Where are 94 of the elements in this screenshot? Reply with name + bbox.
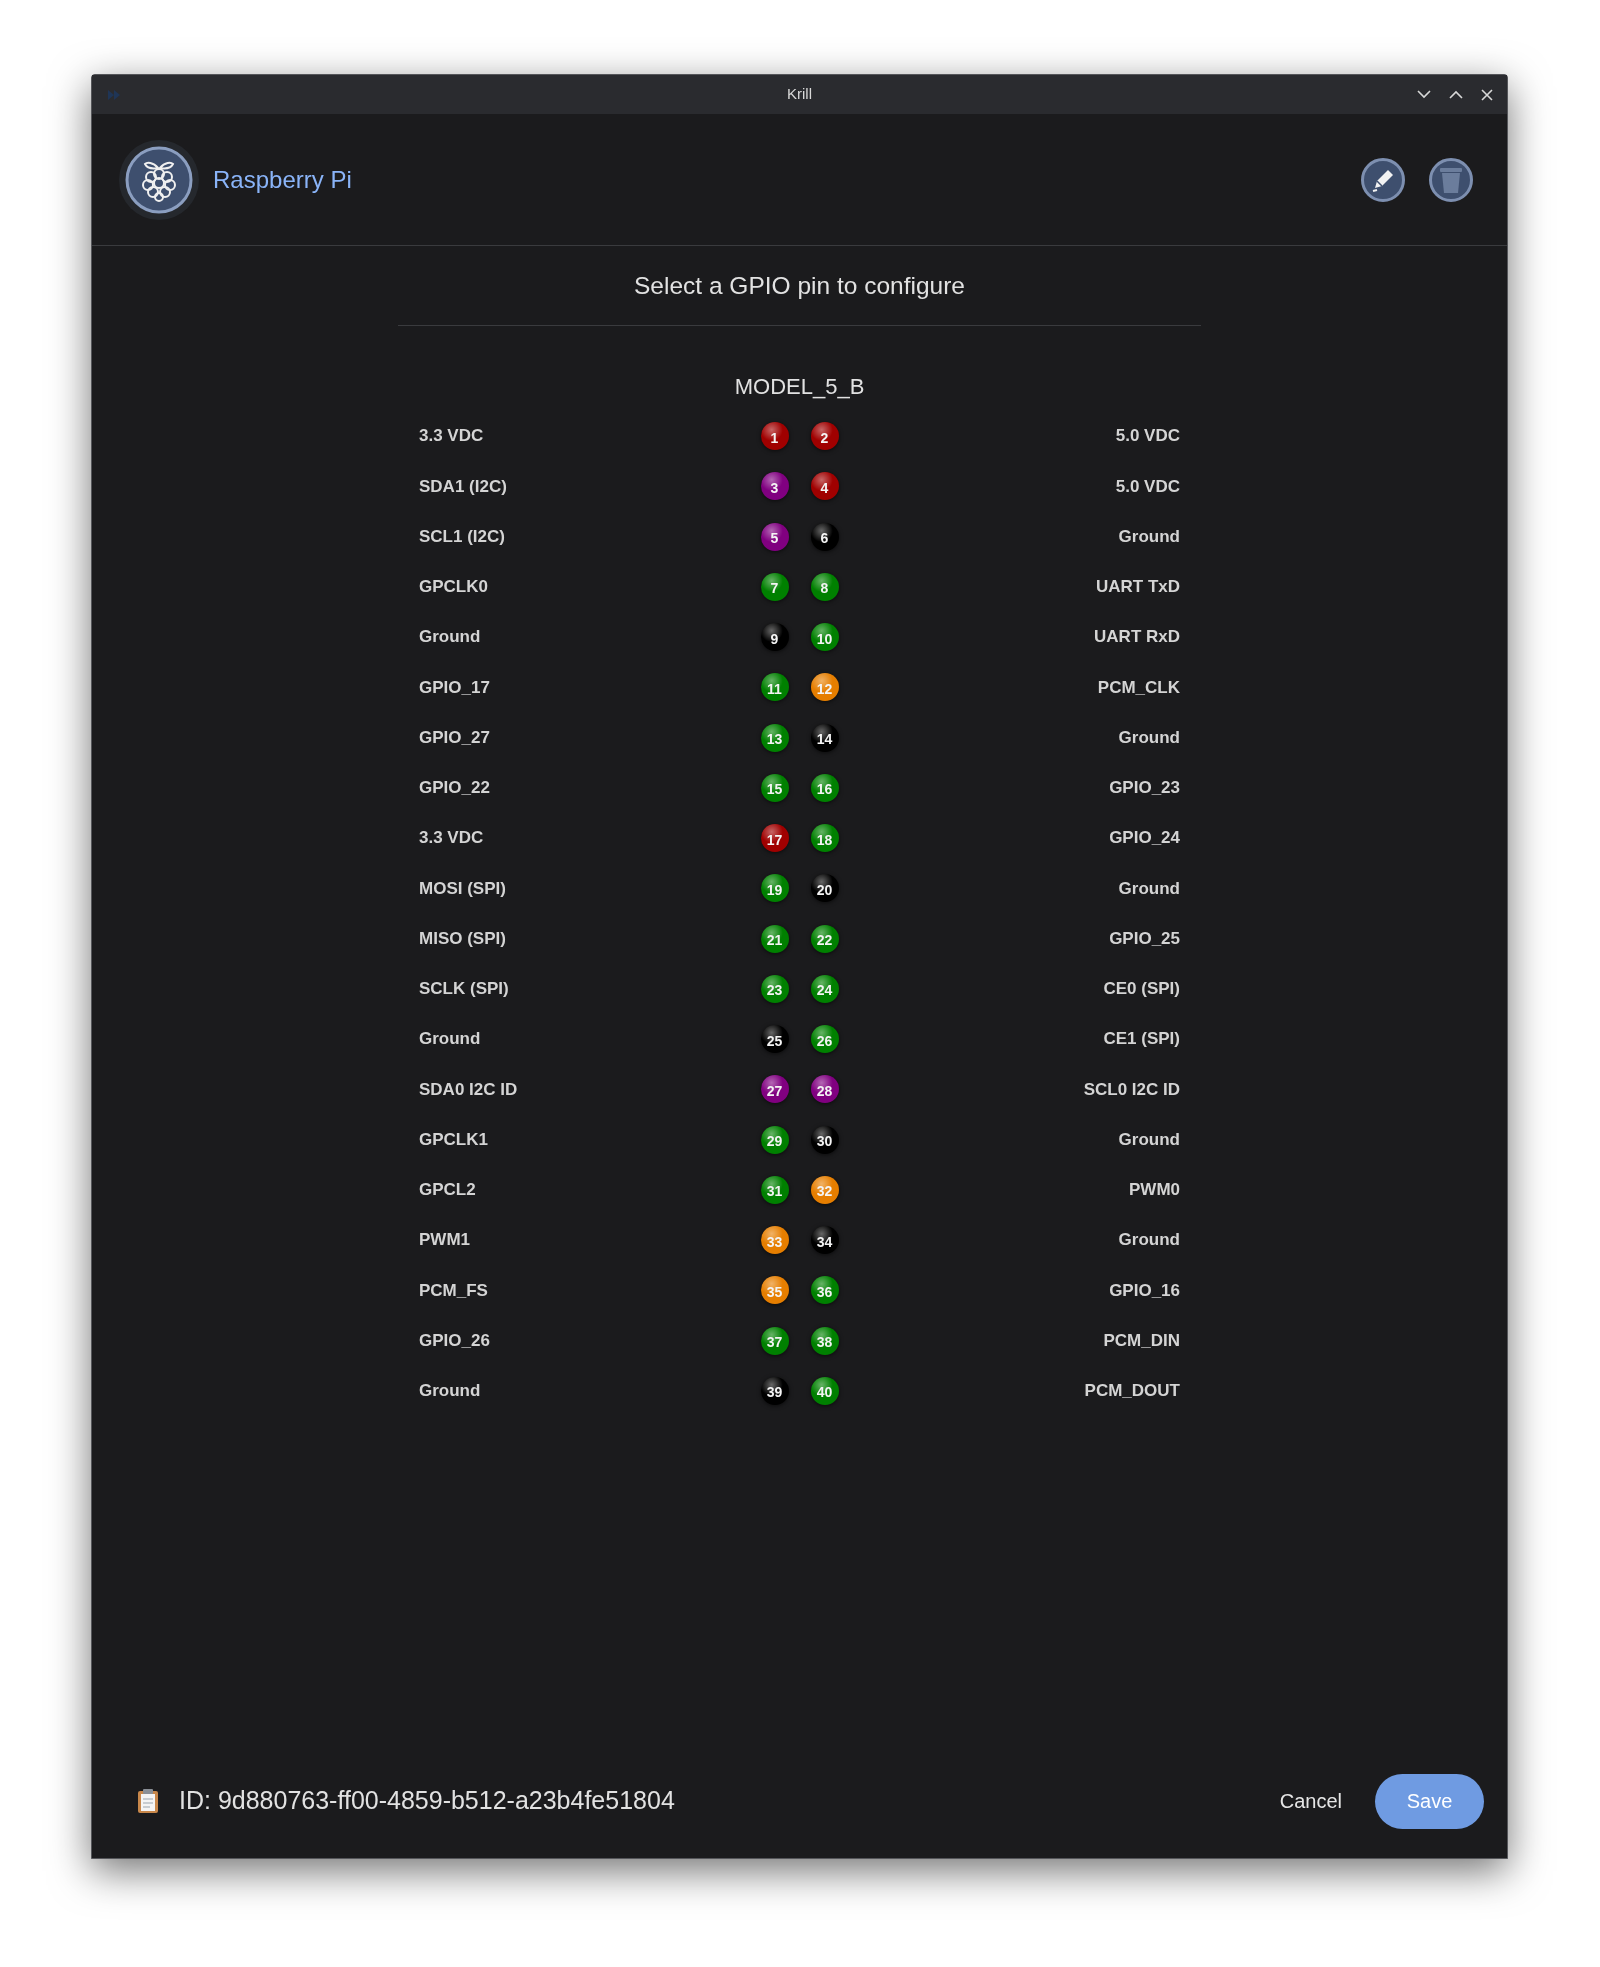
pin-button[interactable]: 40 xyxy=(810,1376,839,1405)
delete-button[interactable] xyxy=(1429,157,1473,202)
pin-label: GPIO_27 xyxy=(419,726,490,749)
model-title: MODEL_5_B xyxy=(734,373,865,401)
pin-button[interactable]: 20 xyxy=(810,874,839,903)
close-icon[interactable] xyxy=(1481,88,1493,101)
pin-button[interactable]: 24 xyxy=(810,974,839,1003)
pin-button[interactable]: 21 xyxy=(760,924,789,953)
pin-button[interactable]: 28 xyxy=(810,1075,839,1104)
pin-button[interactable]: 29 xyxy=(760,1125,789,1154)
pin-button[interactable]: 23 xyxy=(760,974,789,1003)
pin-button[interactable]: 36 xyxy=(810,1276,839,1305)
pin-label: GPIO_25 xyxy=(1109,927,1180,950)
edit-button[interactable] xyxy=(1361,157,1405,202)
clipboard-icon[interactable] xyxy=(137,1788,159,1814)
pin-button[interactable]: 4 xyxy=(810,472,839,501)
pin-button[interactable]: 14 xyxy=(810,723,839,752)
pin-button[interactable]: 12 xyxy=(810,673,839,702)
pin-button[interactable]: 13 xyxy=(760,723,789,752)
pin-label: SCL1 (I2C) xyxy=(419,525,505,548)
pin-label: UART TxD xyxy=(1095,576,1180,599)
pin-label: SDA0 I2C ID xyxy=(419,1078,518,1101)
pin-label: PWM0 xyxy=(1129,1179,1180,1202)
pin-label: GPCLK0 xyxy=(419,576,488,599)
pin-label: Ground xyxy=(419,1028,481,1051)
pin-label: Ground xyxy=(419,1380,481,1403)
id-text: ID: 9d880763-ff00-4859-b512-a23b4fe51804 xyxy=(179,1785,675,1817)
pin-label: 3.3 VDC xyxy=(419,425,484,448)
pin-button[interactable]: 30 xyxy=(810,1125,839,1154)
pin-label: GPIO_16 xyxy=(1109,1279,1180,1302)
pin-button[interactable]: 19 xyxy=(760,874,789,903)
pin-button[interactable]: 10 xyxy=(810,623,839,652)
pin-label: PCM_DIN xyxy=(1103,1329,1180,1352)
pin-label: SDA1 (I2C) xyxy=(419,475,507,498)
raspberry-icon xyxy=(119,139,199,220)
pin-label: MISO (SPI) xyxy=(419,927,506,950)
pin-button[interactable]: 17 xyxy=(760,824,789,853)
pin-button[interactable]: 33 xyxy=(760,1226,789,1255)
pin-button[interactable]: 6 xyxy=(810,522,839,551)
pin-button[interactable]: 8 xyxy=(810,572,839,601)
pin-label: SCL0 I2C ID xyxy=(1083,1078,1180,1101)
pin-button[interactable]: 2 xyxy=(810,422,839,451)
pin-label: 3.3 VDC xyxy=(419,827,484,850)
pin-button[interactable]: 35 xyxy=(760,1276,789,1305)
pin-label: GPIO_17 xyxy=(419,676,490,699)
pin-button[interactable]: 34 xyxy=(810,1226,839,1255)
pin-label: GPIO_24 xyxy=(1109,827,1180,850)
pin-label: SCLK (SPI) xyxy=(419,978,509,1001)
pin-label: Ground xyxy=(1118,525,1180,548)
pin-button[interactable]: 3 xyxy=(760,472,789,501)
pin-label: GPIO_23 xyxy=(1109,777,1180,800)
pin-label: MOSI (SPI) xyxy=(419,877,506,900)
pin-label: CE1 (SPI) xyxy=(1103,1028,1180,1051)
pin-label: Ground xyxy=(419,626,481,649)
pin-label: GPIO_22 xyxy=(419,777,490,800)
pin-button[interactable]: 25 xyxy=(760,1025,789,1054)
pin-button[interactable]: 9 xyxy=(760,623,789,652)
pin-label: PCM_FS xyxy=(419,1279,488,1302)
pin-label: Ground xyxy=(1118,1229,1180,1252)
pin-button[interactable]: 11 xyxy=(760,673,789,702)
pin-label: PCM_DOUT xyxy=(1084,1380,1180,1403)
chevron-down-icon[interactable] xyxy=(1417,90,1431,99)
pin-label: CE0 (SPI) xyxy=(1103,978,1180,1001)
pin-button[interactable]: 7 xyxy=(760,572,789,601)
pin-button[interactable]: 22 xyxy=(810,924,839,953)
pin-label: GPIO_26 xyxy=(419,1329,490,1352)
pin-button[interactable]: 18 xyxy=(810,824,839,853)
pin-button[interactable]: 16 xyxy=(810,773,839,802)
cancel-button[interactable]: Cancel xyxy=(1277,1773,1344,1829)
pin-button[interactable]: 38 xyxy=(810,1326,839,1355)
device-title: Raspberry Pi xyxy=(213,164,352,195)
pin-label: UART RxD xyxy=(1094,626,1180,649)
pin-label: GPCLK1 xyxy=(419,1128,488,1151)
pin-button[interactable]: 39 xyxy=(760,1376,789,1405)
panel-title: Select a GPIO pin to configure xyxy=(634,272,965,300)
pin-button[interactable]: 1 xyxy=(760,422,789,451)
pin-button[interactable]: 37 xyxy=(760,1326,789,1355)
pin-label: PCM_CLK xyxy=(1097,676,1180,699)
pin-label: GPCL2 xyxy=(419,1179,476,1202)
chevron-up-icon[interactable] xyxy=(1449,90,1463,99)
pin-button[interactable]: 31 xyxy=(760,1175,789,1204)
pin-label: Ground xyxy=(1118,726,1180,749)
pin-button[interactable]: 5 xyxy=(760,522,789,551)
window-title: Krill xyxy=(787,84,812,105)
pin-label: 5.0 VDC xyxy=(1115,475,1180,498)
trash-icon xyxy=(1439,165,1463,194)
pin-label: Ground xyxy=(1118,877,1180,900)
pin-label: PWM1 xyxy=(419,1229,470,1252)
pin-button[interactable]: 15 xyxy=(760,773,789,802)
pin-label: 5.0 VDC xyxy=(1115,425,1180,448)
pin-button[interactable]: 26 xyxy=(810,1025,839,1054)
pin-button[interactable]: 32 xyxy=(810,1175,839,1204)
pin-label: Ground xyxy=(1118,1128,1180,1151)
pin-button[interactable]: 27 xyxy=(760,1075,789,1104)
